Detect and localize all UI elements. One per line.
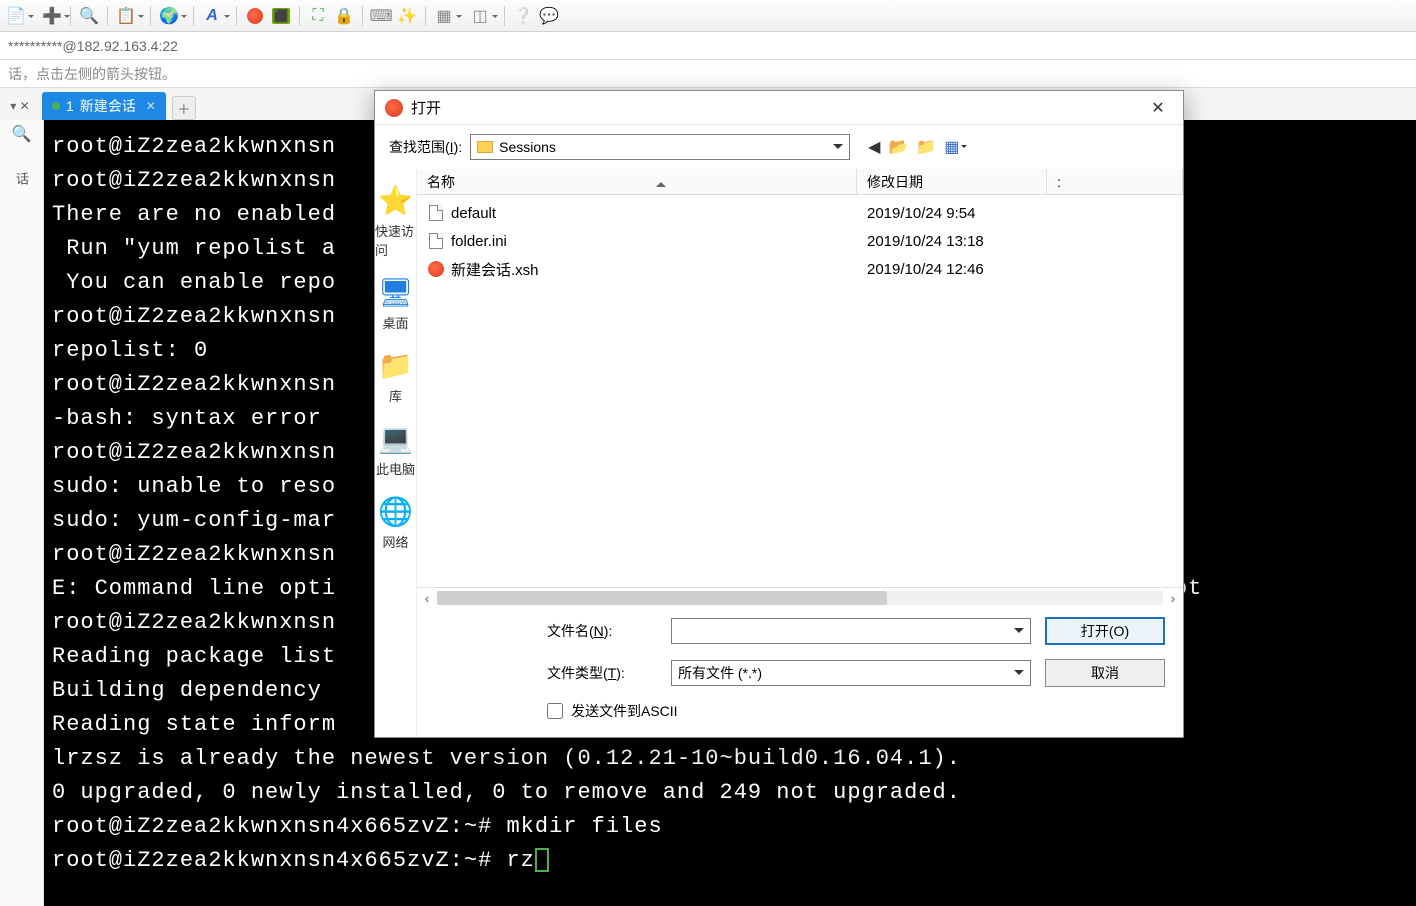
open-dialog: 打开 ✕ 查找范围(I): Sessions ◀ 📂 📁 ▦ ⭐ 快速访问 🖥 桌面 📁…: [374, 90, 1184, 738]
place-item[interactable]: 🌐 网络: [375, 488, 416, 557]
session-tab[interactable]: 1 新建会话 ✕: [42, 92, 166, 120]
file-name: 新建会话.xsh: [451, 259, 539, 280]
filename-input[interactable]: [671, 618, 1031, 644]
filename-label: 文件名(N):: [547, 621, 657, 641]
sidebar-search-icon[interactable]: 🔍: [12, 124, 32, 144]
scroll-left-icon[interactable]: ‹: [417, 590, 437, 606]
places-sidebar: ⭐快速访问🖥桌面📁库💻此电脑🌐网络: [375, 169, 417, 737]
ascii-checkbox[interactable]: [547, 703, 563, 719]
dialog-close-button[interactable]: ✕: [1143, 96, 1173, 120]
app-swirl-icon: [385, 99, 403, 117]
xsh-file-icon: [427, 260, 445, 278]
connection-string: **********@182.92.163.4:22: [0, 32, 1416, 60]
col-extra: :: [1047, 169, 1183, 194]
file-icon: [427, 232, 445, 250]
filetype-combobox[interactable]: 所有文件 (*.*): [671, 660, 1031, 686]
place-label: 网络: [382, 532, 408, 551]
cancel-button[interactable]: 取消: [1045, 659, 1165, 687]
place-icon: 🌐: [377, 494, 415, 528]
back-icon[interactable]: ◀: [868, 137, 880, 157]
add-tab-button[interactable]: ＋: [172, 96, 196, 120]
dialog-scope-row: 查找范围(I): Sessions ◀ 📂 📁 ▦: [375, 125, 1183, 169]
tab-close-icon[interactable]: ✕: [146, 99, 156, 113]
file-row[interactable]: 新建会话.xsh 2019/10/24 12:46: [417, 255, 1183, 283]
tab-index: 1: [66, 98, 74, 114]
main-toolbar: 📄 ➕ 🔍 📋 🌍 A ⬛ ⛶ 🔒 ⌨ ✨ ▦ ◫ ❔ 💬: [0, 0, 1416, 32]
place-label: 库: [389, 386, 402, 405]
scroll-right-icon[interactable]: ›: [1163, 590, 1183, 606]
file-date: 2019/10/24 9:54: [867, 205, 1057, 222]
horizontal-scrollbar[interactable]: ‹ ›: [417, 587, 1183, 607]
chevron-down-icon: [1014, 670, 1024, 680]
file-date: 2019/10/24 13:18: [867, 233, 1057, 250]
left-sidebar: 🔍 话: [0, 120, 44, 906]
chevron-down-icon: [1014, 628, 1024, 638]
dialog-title: 打开: [411, 97, 1135, 118]
sidebar-label: 话: [12, 172, 31, 185]
layout-icon[interactable]: ◫: [468, 4, 492, 28]
lock-icon[interactable]: 🔒: [332, 4, 356, 28]
chevron-down-icon: [833, 144, 843, 154]
sort-caret-icon: [656, 177, 666, 187]
file-list[interactable]: default 2019/10/24 9:54 folder.ini 2019/10/…: [417, 195, 1183, 587]
open-icon[interactable]: ➕: [40, 4, 64, 28]
folder-icon: [477, 141, 493, 153]
file-name: folder.ini: [451, 233, 507, 250]
file-row[interactable]: default 2019/10/24 9:54: [417, 199, 1183, 227]
font-icon[interactable]: A: [200, 4, 224, 28]
help-icon[interactable]: ❔: [511, 4, 535, 28]
hint-text: 话，点击左侧的箭头按钮。: [0, 60, 1416, 88]
place-item[interactable]: ⭐ 快速访问: [375, 177, 416, 265]
globe-icon[interactable]: 🌍: [157, 4, 181, 28]
search-icon[interactable]: 🔍: [77, 4, 101, 28]
place-icon: 🖥: [377, 275, 415, 309]
place-icon: ⭐: [377, 183, 415, 217]
fullscreen-icon[interactable]: ⛶: [306, 4, 330, 28]
col-date: 修改日期: [857, 169, 1047, 194]
tab-row-controls[interactable]: ▾ ✕: [2, 92, 38, 120]
col-name: 名称: [427, 172, 455, 192]
copy-icon[interactable]: 📋: [114, 4, 138, 28]
chat-icon[interactable]: 💬: [537, 4, 561, 28]
status-dot-icon: [52, 102, 60, 110]
tab-label: 新建会话: [80, 96, 136, 116]
scope-value: Sessions: [499, 139, 556, 155]
filetype-label: 文件类型(T):: [547, 663, 657, 683]
view-mode-icon[interactable]: ▦: [944, 137, 967, 157]
place-label: 桌面: [382, 313, 408, 332]
up-folder-icon[interactable]: 📂: [888, 137, 908, 157]
file-row[interactable]: folder.ini 2019/10/24 13:18: [417, 227, 1183, 255]
place-icon: 📁: [377, 348, 415, 382]
green-app-icon[interactable]: ⬛: [269, 4, 293, 28]
dialog-titlebar: 打开 ✕: [375, 91, 1183, 125]
file-icon: [427, 204, 445, 222]
place-icon: 💻: [377, 421, 415, 455]
scope-combobox[interactable]: Sessions: [470, 134, 850, 160]
place-label: 快速访问: [375, 221, 416, 259]
swirl-icon[interactable]: [243, 4, 267, 28]
place-label: 此电脑: [376, 459, 415, 478]
place-item[interactable]: 📁库: [375, 342, 416, 411]
place-item[interactable]: 💻 此电脑: [375, 415, 416, 484]
file-date: 2019/10/24 12:46: [867, 261, 1057, 278]
file-list-header[interactable]: 名称 修改日期 :: [417, 169, 1183, 195]
grid-icon[interactable]: ▦: [432, 4, 456, 28]
place-item[interactable]: 🖥 桌面: [375, 269, 416, 338]
keyboard-icon[interactable]: ⌨: [369, 4, 393, 28]
new-folder-icon[interactable]: 📁: [916, 137, 936, 157]
new-file-icon[interactable]: 📄: [4, 4, 28, 28]
open-button[interactable]: 打开(O): [1045, 617, 1165, 645]
file-name: default: [451, 205, 496, 222]
wand-icon[interactable]: ✨: [395, 4, 419, 28]
ascii-checkbox-label: 发送文件到ASCII: [571, 701, 678, 721]
scope-label: 查找范围(I):: [389, 137, 462, 157]
